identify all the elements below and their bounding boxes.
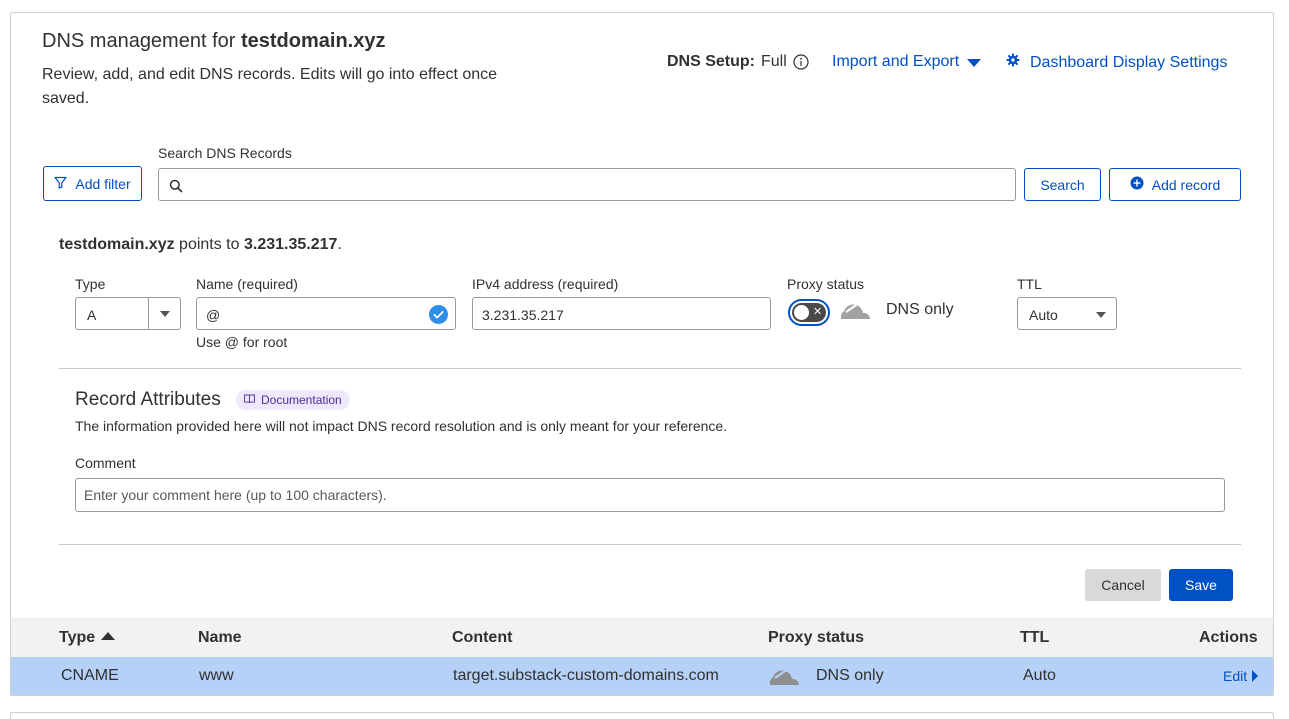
type-label: Type bbox=[75, 276, 106, 292]
ttl-value: Auto bbox=[1029, 307, 1058, 323]
records-table-header: Type Name Content Proxy status TTL Actio… bbox=[11, 618, 1273, 657]
table-row[interactable]: CNAME www target.substack-custom-domains… bbox=[11, 657, 1273, 695]
name-hint: Use @ for root bbox=[196, 334, 288, 350]
chevron-down-icon bbox=[160, 311, 170, 317]
type-select[interactable]: A bbox=[75, 297, 181, 330]
ipv4-value: 3.231.35.217 bbox=[482, 307, 564, 323]
toggle-knob bbox=[794, 305, 809, 320]
column-header-content[interactable]: Content bbox=[452, 629, 512, 647]
type-select-divider bbox=[148, 298, 149, 329]
column-header-actions: Actions bbox=[1199, 629, 1258, 646]
chevron-right-icon bbox=[1252, 670, 1259, 682]
column-header-name[interactable]: Name bbox=[198, 629, 242, 647]
search-input[interactable] bbox=[158, 168, 1016, 201]
proxy-status-label: Proxy status bbox=[787, 276, 865, 292]
column-type-label: Type bbox=[59, 629, 96, 646]
row-proxy-status: DNS only bbox=[816, 667, 884, 684]
edit-link[interactable]: Edit bbox=[1223, 668, 1259, 684]
points-to-domain: testdomain.xyz bbox=[59, 236, 175, 253]
page-title: DNS management for testdomain.xyz bbox=[42, 30, 385, 53]
dns-setup-label: DNS Setup: bbox=[667, 53, 755, 70]
divider bbox=[59, 368, 1241, 369]
proxy-toggle[interactable]: ✕ bbox=[788, 299, 830, 326]
row-name: www bbox=[199, 667, 234, 684]
page-title-prefix: DNS management for bbox=[42, 30, 241, 52]
documentation-label: Documentation bbox=[261, 393, 342, 407]
column-header-type[interactable]: Type bbox=[59, 629, 116, 647]
add-record-button[interactable]: Add record bbox=[1109, 168, 1241, 201]
edit-label: Edit bbox=[1223, 668, 1248, 684]
add-record-label: Add record bbox=[1151, 176, 1221, 193]
ipv4-input[interactable]: 3.231.35.217 bbox=[472, 297, 771, 330]
gear-icon bbox=[1006, 53, 1020, 72]
search-label: Search DNS Records bbox=[158, 145, 292, 161]
dashboard-settings-label: Dashboard Display Settings bbox=[1030, 53, 1228, 71]
type-value: A bbox=[87, 307, 97, 323]
column-header-ttl[interactable]: TTL bbox=[1020, 629, 1049, 647]
info-icon[interactable] bbox=[793, 54, 809, 70]
next-card bbox=[10, 712, 1274, 719]
close-icon: ✕ bbox=[813, 306, 823, 318]
add-filter-label: Add filter bbox=[75, 175, 131, 192]
points-to-end: . bbox=[337, 236, 342, 253]
points-to-summary: testdomain.xyz points to 3.231.35.217. bbox=[59, 236, 342, 254]
import-export-label: Import and Export bbox=[832, 53, 960, 70]
comment-input[interactable] bbox=[75, 478, 1225, 512]
dns-setup: DNS Setup: Full bbox=[667, 53, 809, 71]
name-label: Name (required) bbox=[196, 276, 298, 292]
row-content: target.substack-custom-domains.com bbox=[453, 667, 719, 684]
name-value: @ bbox=[206, 307, 221, 323]
points-to-text: points to bbox=[174, 236, 244, 253]
row-ttl: Auto bbox=[1023, 667, 1056, 684]
filter-icon bbox=[54, 176, 67, 192]
row-type: CNAME bbox=[61, 667, 119, 684]
add-filter-button[interactable]: Add filter bbox=[43, 166, 142, 201]
page-description: Review, add, and edit DNS records. Edits… bbox=[42, 66, 498, 107]
name-input[interactable]: @ bbox=[196, 297, 456, 330]
plus-circle-icon bbox=[1130, 176, 1144, 193]
proxy-status-value: DNS only bbox=[886, 301, 954, 318]
chevron-down-icon bbox=[967, 58, 982, 67]
cancel-button[interactable]: Cancel bbox=[1085, 569, 1161, 601]
toggle-track: ✕ bbox=[792, 303, 826, 322]
points-to-ip: 3.231.35.217 bbox=[243, 236, 338, 253]
ipv4-label: IPv4 address (required) bbox=[472, 276, 619, 292]
cloud-icon bbox=[769, 665, 801, 692]
check-circle-icon bbox=[429, 305, 448, 327]
search-button[interactable]: Search bbox=[1024, 168, 1101, 201]
documentation-badge[interactable]: Documentation bbox=[236, 390, 350, 410]
dashboard-display-settings-link[interactable]: Dashboard Display Settings bbox=[1006, 53, 1227, 72]
record-attributes-title: Record Attributes bbox=[75, 389, 221, 410]
comment-label: Comment bbox=[75, 455, 136, 471]
column-header-proxy-status[interactable]: Proxy status bbox=[768, 629, 864, 647]
divider bbox=[59, 544, 1241, 545]
chevron-down-icon bbox=[1096, 312, 1106, 318]
book-icon bbox=[244, 393, 255, 407]
cloud-icon bbox=[840, 299, 872, 326]
dns-setup-value: Full bbox=[761, 53, 787, 70]
import-export-dropdown[interactable]: Import and Export bbox=[832, 53, 982, 71]
ttl-select[interactable]: Auto bbox=[1017, 297, 1117, 330]
ttl-label: TTL bbox=[1017, 276, 1042, 292]
save-button[interactable]: Save bbox=[1169, 569, 1233, 601]
record-attributes-description: The information provided here will not i… bbox=[75, 418, 728, 434]
sort-ascending-icon bbox=[101, 632, 116, 640]
page-title-domain: testdomain.xyz bbox=[240, 30, 386, 52]
search-icon bbox=[169, 179, 183, 198]
